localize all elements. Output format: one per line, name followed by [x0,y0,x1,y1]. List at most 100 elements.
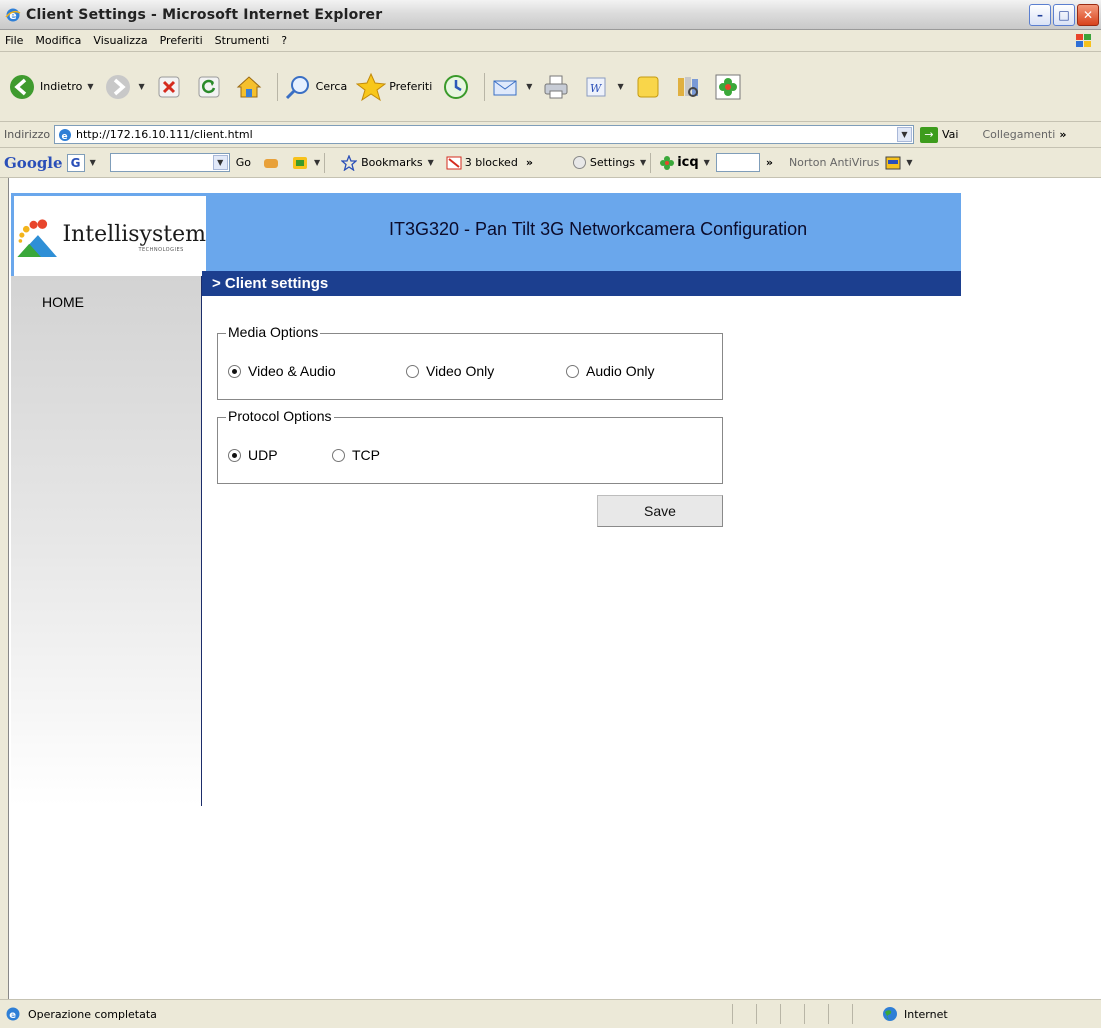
forward-button[interactable]: ▼ [102,71,145,103]
radio-udp[interactable]: UDP [228,447,332,463]
chevron-down-icon[interactable]: ▼ [897,127,912,142]
history-icon [440,71,472,103]
icq-button[interactable]: icq ▼ [659,155,710,171]
toolbar-separator [324,152,326,173]
address-input[interactable]: e http://172.16.10.111/client.html ▼ [54,125,914,144]
blocked-label: 3 blocked [464,156,518,169]
chevron-right-icon[interactable]: » [766,156,773,169]
logo-subtitle: TECHNOLOGIES [138,247,184,253]
chevron-down-icon[interactable]: ▼ [87,82,93,91]
research-button[interactable] [672,71,704,103]
sidebar-divider [201,276,202,806]
chevron-down-icon: ▼ [427,158,434,167]
flower-icon [712,71,744,103]
chevron-down-icon[interactable]: ▼ [314,158,320,167]
radio-audio-only[interactable]: Audio Only [566,363,654,379]
sidebar-item-home[interactable]: HOME [42,294,84,310]
chevron-down-icon[interactable]: ▼ [212,155,228,170]
arrow-right-icon: → [920,126,938,143]
chevron-down-icon: ▼ [640,158,647,167]
logo-text: Intellisystem [62,222,206,247]
toolbar-separator [650,152,652,173]
note-icon [632,71,664,103]
mail-button[interactable]: ▼ [489,71,532,103]
books-icon [672,71,704,103]
settings-button[interactable]: Settings ▼ [572,156,647,169]
chevron-down-icon[interactable]: ▼ [90,158,96,167]
radio-label: TCP [352,447,380,463]
section-header: > Client settings [202,271,961,296]
refresh-icon [193,71,225,103]
status-panel [732,1004,756,1024]
address-label: Indirizzo [4,128,51,141]
radio-tcp[interactable]: TCP [332,447,380,463]
google-search-input[interactable]: ▼ [109,153,230,172]
go-button[interactable]: → Vai [920,126,958,143]
messenger-button[interactable] [712,71,744,103]
home-button[interactable] [233,71,265,103]
menu-modifica[interactable]: Modifica [29,34,87,47]
status-panel [828,1004,852,1024]
refresh-button[interactable] [193,71,225,103]
printer-icon [540,71,572,103]
history-button[interactable] [440,71,472,103]
discuss-button[interactable] [632,71,664,103]
popup-blocker-button[interactable]: 3 blocked » [446,156,533,170]
menu-help[interactable]: ? [275,34,293,47]
toolbar-separator [276,72,278,101]
radio-video-audio[interactable]: Video & Audio [228,363,406,379]
chevron-down-icon[interactable]: ▼ [139,82,145,91]
mail-icon [489,71,521,103]
globe-icon [883,1007,897,1021]
radio-button-checked[interactable] [228,364,241,378]
radio-button[interactable] [566,364,579,378]
search-button[interactable]: Cerca [282,71,348,103]
puzzle-icon[interactable] [263,156,279,170]
media-options-group: Media Options Video & Audio Video Only A… [217,324,723,400]
norton-label[interactable]: Norton AntiVirus [789,156,879,169]
menu-strumenti[interactable]: Strumenti [209,34,276,47]
minimize-button[interactable]: – [1029,4,1051,26]
search-label: Cerca [315,80,348,93]
maximize-button[interactable]: □ [1053,4,1075,26]
page-viewport: Intellisystem TECHNOLOGIES IT3G320 - Pan… [8,178,1101,999]
links-label[interactable]: Collegamenti [982,128,1055,141]
radio-button[interactable] [332,448,345,462]
radio-button[interactable] [406,364,419,378]
standard-toolbar: Indietro ▼ ▼ Cerca Preferiti ▼ W ▼ [0,52,1101,122]
chevron-right-icon[interactable]: » [526,156,533,169]
radio-label: Video & Audio [248,363,336,379]
chevron-down-icon[interactable]: ▼ [617,82,623,91]
bookmarks-button[interactable]: Bookmarks ▼ [341,154,434,171]
address-url: http://172.16.10.111/client.html [76,128,253,141]
norton-icon[interactable]: ▼ [885,155,913,171]
back-button[interactable]: Indietro ▼ [6,71,94,103]
radio-label: Video Only [426,363,495,379]
highlighter-icon[interactable]: ▼ [291,155,320,171]
window-title: Client Settings - Microsoft Internet Exp… [26,6,383,23]
search-icon [282,71,314,103]
stop-button[interactable] [153,71,185,103]
google-go-button[interactable]: Go [236,156,251,169]
chevron-right-icon[interactable]: » [1059,128,1066,141]
menu-bar: File Modifica Visualizza Preferiti Strum… [0,30,1101,52]
google-menu-button[interactable]: G [66,153,85,172]
icq-label: icq [677,155,699,170]
google-logo[interactable]: Google [4,154,63,172]
page-header-banner: Intellisystem TECHNOLOGIES IT3G320 - Pan… [11,193,961,279]
status-text: Operazione completata [28,1007,157,1021]
menu-visualizza[interactable]: Visualizza [87,34,153,47]
radio-video-only[interactable]: Video Only [406,363,566,379]
edit-button[interactable]: W ▼ [580,71,624,103]
icq-input[interactable] [715,153,760,172]
close-button[interactable]: ✕ [1077,4,1099,26]
status-bar: e Operazione completata Internet [0,999,1101,1028]
chevron-down-icon: ▼ [703,158,710,167]
print-button[interactable] [540,71,572,103]
radio-button-checked[interactable] [228,448,241,462]
chevron-down-icon[interactable]: ▼ [526,82,532,91]
menu-file[interactable]: File [0,34,29,47]
favorites-button[interactable]: Preferiti [355,71,432,103]
save-button[interactable]: Save [597,495,723,527]
menu-preferiti[interactable]: Preferiti [154,34,209,47]
